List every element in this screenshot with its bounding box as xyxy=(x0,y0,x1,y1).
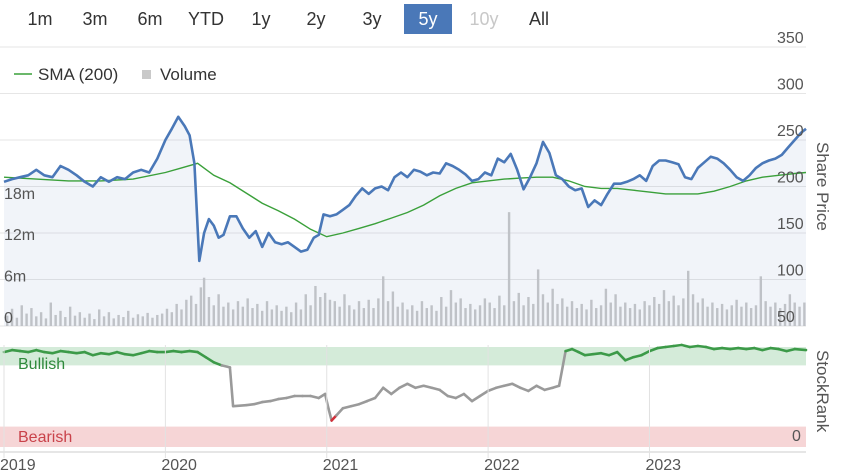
legend-sma-label: SMA (200) xyxy=(38,65,118,84)
stockrank-segment xyxy=(357,399,369,406)
volume-tick-18m: 18m xyxy=(4,186,35,203)
stockrank-segment xyxy=(454,392,466,400)
price-tick-100: 100 xyxy=(777,263,804,280)
stock-chart: 50 100 150 200 250 300 350 0 6m 12m 18m SMA (200)… xyxy=(0,30,832,474)
stockrank-segment xyxy=(373,386,385,400)
stockrank-segment xyxy=(510,382,522,390)
stockrank-segment xyxy=(470,394,482,403)
stockrank-segment xyxy=(535,384,546,392)
stockrank-panel: Bullish Bearish 0 StockRank xyxy=(0,343,832,447)
price-tick-200: 200 xyxy=(777,170,804,187)
bearish-band xyxy=(0,426,806,447)
stockrank-segment xyxy=(381,386,393,396)
stockrank-segment xyxy=(793,347,808,352)
x-tick-2023: 2023 xyxy=(645,457,681,474)
stockrank-segment xyxy=(527,384,538,393)
x-tick-2019: 2019 xyxy=(0,457,36,474)
stockrank-segment xyxy=(231,403,248,408)
stockrank-segment xyxy=(335,406,345,417)
x-tick-2022: 2022 xyxy=(484,457,520,474)
stockrank-axis-title: StockRank xyxy=(813,350,832,433)
legend-volume-label: Volume xyxy=(160,65,217,84)
price-axis-title: Share Price xyxy=(813,142,832,231)
bullish-label: Bullish xyxy=(18,356,65,373)
price-tick-150: 150 xyxy=(777,216,804,233)
legend: SMA (200) Volume xyxy=(14,65,217,84)
stockrank-zero-tick: 0 xyxy=(792,428,801,445)
price-tick-300: 300 xyxy=(777,77,804,94)
stockrank-segment xyxy=(228,366,235,408)
bullish-band xyxy=(0,347,806,366)
price-tick-250: 250 xyxy=(777,123,804,140)
stockrank-segment xyxy=(438,388,450,398)
stockrank-segment xyxy=(486,386,498,393)
volume-tick-6m: 6m xyxy=(4,269,26,286)
stockrank-segment xyxy=(478,389,490,398)
stockrank-segment xyxy=(406,382,417,390)
stockrank-segment xyxy=(462,392,474,403)
stockrank-segment xyxy=(389,386,401,396)
price-tick-50: 50 xyxy=(777,309,795,326)
stockrank-segment xyxy=(327,406,333,422)
volume-tick-0: 0 xyxy=(4,310,13,327)
price-tick-350: 350 xyxy=(777,30,804,47)
bearish-label: Bearish xyxy=(18,429,72,446)
volume-tick-12m: 12m xyxy=(4,227,35,244)
x-tick-2021: 2021 xyxy=(323,457,359,474)
x-tick-2020: 2020 xyxy=(161,457,197,474)
legend-volume-marker xyxy=(142,70,151,79)
stockrank-segment xyxy=(398,382,409,390)
price-area xyxy=(4,116,806,326)
